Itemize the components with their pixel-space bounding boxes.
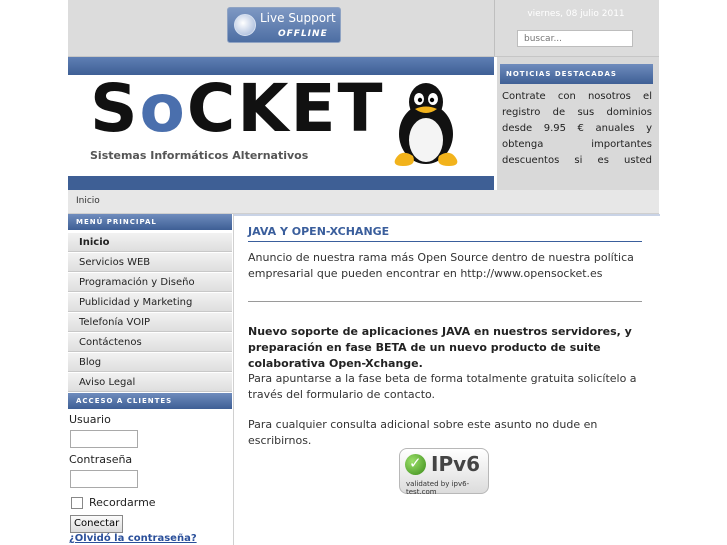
content-top-line <box>234 214 660 216</box>
logo-letter-o: o <box>139 70 187 147</box>
featured-news-heading: NOTICIAS DESTACADAS <box>500 64 653 84</box>
live-support-title: Live Support <box>260 11 336 25</box>
menu-item-inicio[interactable]: Inicio <box>68 233 232 252</box>
ipv6-badge-title: IPv6 <box>431 452 481 476</box>
header-divider <box>494 0 495 56</box>
search-input[interactable] <box>517 30 633 47</box>
logo-letter-s: S <box>90 70 140 147</box>
menu-item-contactenos[interactable]: Contáctenos <box>68 333 232 352</box>
site-tagline: Sistemas Informáticos Alternativos <box>90 149 309 162</box>
article-title[interactable]: JAVA Y OPEN-XCHANGE <box>248 225 389 238</box>
article-paragraph-contact: Para cualquier consulta adicional sobre … <box>248 418 598 447</box>
live-support-status: OFFLINE <box>278 29 328 39</box>
menu-item-aviso-legal[interactable]: Aviso Legal <box>68 373 232 392</box>
password-label: Contraseña <box>69 453 133 466</box>
check-icon: ✓ <box>405 454 426 475</box>
banner-bottom-stripe <box>68 176 494 190</box>
live-support-icon <box>234 14 256 36</box>
menu-item-publicidad-marketing[interactable]: Publicidad y Marketing <box>68 293 232 312</box>
remember-me-checkbox[interactable] <box>71 497 83 509</box>
site-logo[interactable]: SoCKET <box>90 76 385 142</box>
password-field[interactable] <box>70 470 138 488</box>
remember-me-label: Recordarme <box>89 496 156 509</box>
login-button[interactable]: Conectar <box>70 515 124 533</box>
ipv6-badge[interactable]: ✓ IPv6 validated by ipv6-test.com <box>399 448 489 496</box>
menu-item-telefonia-voip[interactable]: Telefonía VOIP <box>68 313 232 332</box>
article-paragraph-beta: Para apuntarse a la fase beta de forma t… <box>248 372 637 401</box>
left-sidebar: MENÚ PRINCIPAL Inicio Servicios WEB Prog… <box>68 214 232 545</box>
main-menu-heading: MENÚ PRINCIPAL <box>68 214 232 230</box>
breadcrumb: Inicio <box>68 190 659 214</box>
live-support-button[interactable]: Live Support OFFLINE <box>227 7 341 43</box>
breadcrumb-home-link[interactable]: Inicio <box>76 196 100 206</box>
featured-news-text: Contrate con nosotros el registro de sus… <box>502 91 652 166</box>
menu-item-servicios-web[interactable]: Servicios WEB <box>68 253 232 272</box>
article-title-rule <box>248 241 642 242</box>
username-field[interactable] <box>70 430 138 448</box>
username-label: Usuario <box>69 413 111 426</box>
ipv6-badge-caption: validated by ipv6-test.com <box>406 480 470 496</box>
featured-news-panel: NOTICIAS DESTACADAS Contrate con nosotro… <box>497 57 659 190</box>
article-bold-paragraph: Nuevo soporte de aplicaciones JAVA en nu… <box>248 325 632 370</box>
client-access-heading: ACCESO A CLIENTES <box>68 393 232 409</box>
logo-letters-rest: CKET <box>186 70 385 147</box>
current-date: viernes, 08 julio 2011 <box>527 9 625 19</box>
article-intro: Anuncio de nuestra rama más Open Source … <box>248 251 634 280</box>
menu-item-blog[interactable]: Blog <box>68 353 232 372</box>
forgot-password-link[interactable]: ¿Olvidó la contraseña? <box>69 533 197 544</box>
tux-penguin-icon <box>394 83 458 166</box>
article-separator <box>248 301 642 302</box>
menu-item-programacion-diseno[interactable]: Programación y Diseño <box>68 273 232 292</box>
